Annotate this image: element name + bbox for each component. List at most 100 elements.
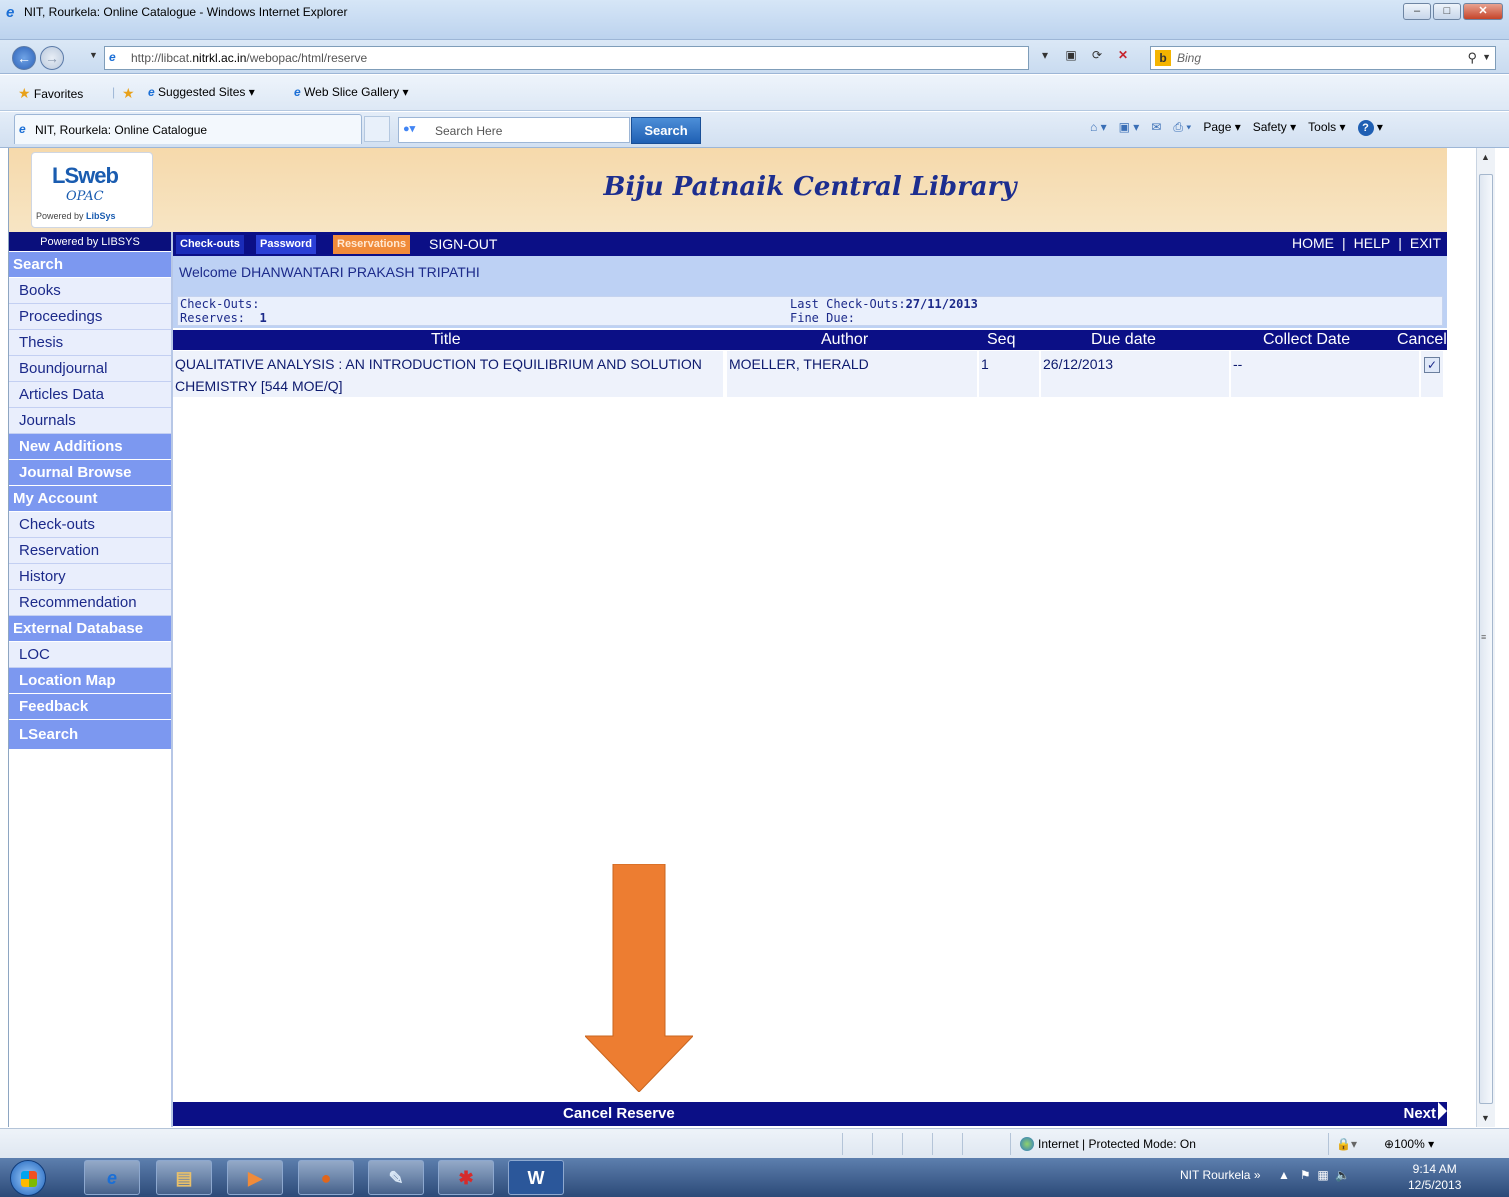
system-clock[interactable]: 9:14 AM 12/5/2013 — [1408, 1161, 1461, 1193]
account-summary-row: Check-Outs: Reserves: 1 Last Check-Outs:… — [173, 294, 1447, 328]
dropdown-icon[interactable]: ▾ — [1036, 48, 1054, 62]
sign-out-link[interactable]: SIGN-OUT — [429, 236, 497, 252]
sidebar-item-search[interactable]: Search — [9, 252, 171, 278]
bing-search-box[interactable]: b Bing ⚲ ▼ — [1150, 46, 1496, 70]
action-center-icon[interactable]: ⚑ — [1300, 1168, 1311, 1182]
favorites-button[interactable]: ★ Favorites — [18, 85, 83, 102]
word-taskbar-icon[interactable]: W — [508, 1160, 564, 1195]
history-dropdown-icon[interactable]: ▼ — [89, 50, 98, 60]
forward-button[interactable]: → — [40, 46, 64, 70]
sidebar-item-check-outs[interactable]: Check-outs — [9, 512, 171, 538]
back-button[interactable]: ← — [12, 46, 36, 70]
protected-mode-icon[interactable]: 🔒▾ — [1336, 1137, 1357, 1151]
account-nav-bar: Check-outs Password Reservations SIGN-OU… — [173, 232, 1447, 256]
sidebar-item-external-database[interactable]: External Database — [9, 616, 171, 642]
toolbar-search-input[interactable]: ●▾ Search Here — [398, 117, 630, 143]
tools-menu[interactable]: Tools ▾ — [1308, 120, 1345, 136]
window-title: NIT, Rourkela: Online Catalogue - Window… — [24, 5, 348, 19]
help-link[interactable]: HELP — [1354, 235, 1391, 251]
tab-bar: e NIT, Rourkela: Online Catalogue ●▾ Sea… — [0, 112, 1509, 148]
close-button[interactable]: ✕ — [1463, 3, 1503, 20]
cell-title: QUALITATIVE ANALYSIS : AN INTRODUCTION T… — [173, 351, 723, 397]
search-provider-icon[interactable]: ●▾ — [403, 122, 421, 138]
paint-taskbar-icon[interactable]: ✎ — [368, 1160, 424, 1195]
security-zone[interactable]: Internet | Protected Mode: On — [1020, 1137, 1196, 1151]
sidebar-item-new-additions[interactable]: New Additions — [9, 434, 171, 460]
sidebar-item-recommendation[interactable]: Recommendation — [9, 590, 171, 616]
exit-link[interactable]: EXIT — [1410, 235, 1441, 251]
feeds-icon[interactable]: ▣ ▾ — [1119, 120, 1140, 136]
sidebar-item-articles-data[interactable]: Articles Data — [9, 382, 171, 408]
sidebar-item-history[interactable]: History — [9, 564, 171, 590]
search-icon[interactable]: ⚲ — [1467, 50, 1477, 66]
start-button[interactable] — [10, 1160, 46, 1196]
sidebar-item-proceedings[interactable]: Proceedings — [9, 304, 171, 330]
tab-online-catalogue[interactable]: e NIT, Rourkela: Online Catalogue — [14, 114, 362, 144]
home-icon[interactable]: ⌂ ▾ — [1090, 120, 1107, 136]
address-bar[interactable]: e http://libcat.nitrkl.ac.in/webopac/htm… — [104, 46, 1029, 70]
add-favorite-icon[interactable]: ★ — [122, 85, 135, 102]
refresh-icon[interactable]: ⟳ — [1088, 48, 1106, 62]
next-button[interactable]: Next — [1403, 1102, 1447, 1126]
file-explorer-taskbar-icon[interactable]: ▤ — [156, 1160, 212, 1195]
top-right-links: HOME | HELP | EXIT — [1292, 235, 1441, 251]
scroll-down-icon[interactable]: ▼ — [1481, 1113, 1490, 1123]
safety-menu[interactable]: Safety ▾ — [1253, 120, 1296, 136]
print-icon[interactable]: ⎙ ▾ — [1173, 120, 1191, 136]
sidebar-item-lsearch[interactable]: LSearch — [9, 720, 171, 750]
scroll-up-icon[interactable]: ▲ — [1481, 152, 1490, 162]
cell-due-date: 26/12/2013 — [1041, 351, 1229, 397]
stop-icon[interactable]: ✕ — [1114, 48, 1132, 62]
web-slice-gallery-link[interactable]: e Web Slice Gallery ▾ — [294, 85, 409, 99]
home-link[interactable]: HOME — [1292, 235, 1334, 251]
window-controls: – □ ✕ — [1403, 3, 1503, 20]
toolbar-search-button[interactable]: Search — [631, 117, 701, 144]
sidebar-item-reservation[interactable]: Reservation — [9, 538, 171, 564]
network-icon[interactable]: ▦ — [1317, 1168, 1328, 1182]
suggested-sites-link[interactable]: e Suggested Sites ▾ — [148, 85, 255, 99]
sidebar-item-boundjournal[interactable]: Boundjournal — [9, 356, 171, 382]
help-icon[interactable]: ? ▾ — [1357, 120, 1383, 136]
internet-explorer-taskbar-icon[interactable]: e — [84, 1160, 140, 1195]
firefox-taskbar-icon[interactable]: ● — [298, 1160, 354, 1195]
minimize-button[interactable]: – — [1403, 3, 1431, 20]
sidebar-item-loc[interactable]: LOC — [9, 642, 171, 668]
address-url[interactable]: http://libcat.nitrkl.ac.in/webopac/html/… — [131, 51, 367, 65]
tab-check-outs[interactable]: Check-outs — [176, 235, 244, 254]
sidebar-item-my-account[interactable]: My Account — [9, 486, 171, 512]
library-title: Biju Patnaik Central Library — [603, 172, 1017, 202]
last-checkouts-stat: Last Check-Outs:27/11/2013 — [790, 297, 978, 311]
welcome-message: Welcome DHANWANTARI PRAKASH TRIPATHI — [179, 264, 480, 280]
sidebar-item-journal-browse[interactable]: Journal Browse — [9, 460, 171, 486]
sidebar-item-location-map[interactable]: Location Map — [9, 668, 171, 694]
page-menu[interactable]: Page ▾ — [1203, 120, 1240, 136]
sidebar-item-feedback[interactable]: Feedback — [9, 694, 171, 720]
tab-password[interactable]: Password — [256, 235, 316, 254]
command-bar: ⌂ ▾ ▣ ▾ ✉ ⎙ ▾ Page ▾ Safety ▾ Tools ▾ ? … — [1090, 120, 1383, 136]
new-tab-button[interactable] — [364, 116, 390, 142]
tab-reservations[interactable]: Reservations — [333, 235, 411, 254]
sidebar-item-books[interactable]: Books — [9, 278, 171, 304]
maximize-button[interactable]: □ — [1433, 3, 1461, 20]
volume-icon[interactable]: 🔈 — [1335, 1168, 1350, 1182]
compatibility-view-icon[interactable]: ▣ — [1062, 48, 1080, 62]
app-red-taskbar-icon[interactable]: ✱ — [438, 1160, 494, 1195]
zoom-level[interactable]: ⊕100% ▾ — [1384, 1137, 1434, 1151]
search-options-icon[interactable]: ▼ — [1482, 52, 1491, 62]
ie-page-icon: e — [294, 85, 301, 99]
column-header-collect-date: Collect Date — [1263, 331, 1351, 348]
web-page: LSweb OPAC Powered by LibSys Biju Patnai… — [8, 148, 1476, 1127]
show-hidden-icons-icon[interactable]: ▲ — [1278, 1168, 1290, 1182]
clock-date: 12/5/2013 — [1408, 1178, 1462, 1192]
media-player-taskbar-icon[interactable]: ▶ — [227, 1160, 283, 1195]
mail-icon[interactable]: ✉ — [1151, 120, 1161, 136]
vertical-scrollbar[interactable]: ▲ ≡ ▼ — [1476, 148, 1495, 1127]
account-summary: Check-Outs: Reserves: 1 Last Check-Outs:… — [177, 296, 1443, 326]
library-banner: Biju Patnaik Central Library — [173, 148, 1447, 232]
windows-logo-icon — [21, 1171, 37, 1187]
network-toolbar[interactable]: NIT Rourkela » — [1180, 1168, 1261, 1182]
cancel-checkbox[interactable]: ✓ — [1424, 357, 1440, 373]
sidebar-item-journals[interactable]: Journals — [9, 408, 171, 434]
sidebar-item-thesis[interactable]: Thesis — [9, 330, 171, 356]
cancel-reserve-button[interactable]: Cancel Reserve — [563, 1105, 675, 1122]
